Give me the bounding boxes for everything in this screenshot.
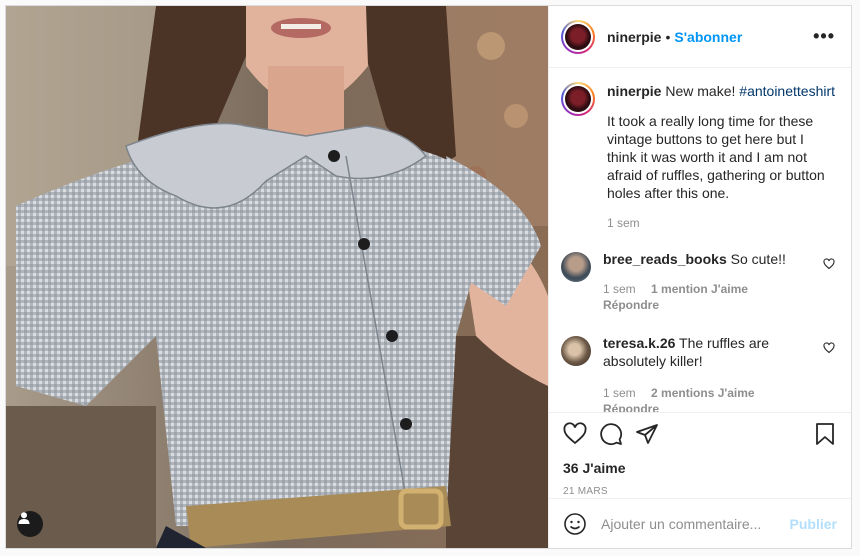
post-header: ninerpie • S'abonner ••• <box>549 6 851 68</box>
comment-item: teresa.k.26 The ruffles are absolutely k… <box>561 334 835 412</box>
caption-text: New make! <box>665 83 736 99</box>
reply-button[interactable]: Répondre <box>603 402 835 412</box>
comments-section: ninerpie New make! #antoinetteshirt It t… <box>549 68 851 412</box>
caption: ninerpie New make! #antoinetteshirt It t… <box>561 82 835 232</box>
caption-hashtag[interactable]: #antoinetteshirt <box>739 83 835 99</box>
comment-time[interactable]: 1 sem <box>603 282 636 296</box>
author-username[interactable]: ninerpie <box>607 29 661 45</box>
post-photo[interactable] <box>6 6 548 548</box>
comment-likes[interactable]: 2 mentions J'aime <box>651 386 755 400</box>
author-avatar[interactable] <box>561 19 595 54</box>
comment-icon[interactable] <box>599 422 623 446</box>
heart-icon[interactable] <box>563 422 587 446</box>
comment-text: So cute!! <box>730 251 786 267</box>
comment-heart-icon[interactable] <box>823 258 835 270</box>
commenter-avatar[interactable] <box>561 336 591 366</box>
post-container: ninerpie • S'abonner ••• ninerpie New ma… <box>5 5 852 549</box>
caption-username[interactable]: ninerpie <box>607 83 661 99</box>
comment-likes[interactable]: 1 mention J'aime <box>651 282 748 296</box>
bookmark-icon[interactable] <box>813 422 837 446</box>
post-side-panel: ninerpie • S'abonner ••• ninerpie New ma… <box>548 6 851 548</box>
author-avatar-image <box>565 23 591 50</box>
caption-body: It took a really long time for these vin… <box>607 113 825 201</box>
more-options-icon[interactable]: ••• <box>813 26 835 47</box>
share-icon[interactable] <box>635 422 659 446</box>
commenter-username[interactable]: bree_reads_books <box>603 251 727 267</box>
photo-illustration <box>6 6 548 548</box>
add-comment-bar: Publier <box>549 498 851 548</box>
action-bar: 36 J'aime 21 MARS <box>549 412 851 498</box>
caption-avatar[interactable] <box>561 82 595 116</box>
caption-time[interactable]: 1 sem <box>607 216 640 230</box>
commenter-avatar[interactable] <box>561 252 591 282</box>
reply-button[interactable]: Répondre <box>603 298 835 312</box>
comment-input[interactable] <box>601 515 790 532</box>
follow-button[interactable]: S'abonner <box>674 29 742 45</box>
like-count[interactable]: 36 J'aime <box>563 460 837 476</box>
publish-button[interactable]: Publier <box>790 516 837 532</box>
post-date[interactable]: 21 MARS <box>563 486 837 497</box>
commenter-username[interactable]: teresa.k.26 <box>603 335 675 351</box>
comment-heart-icon[interactable] <box>823 342 835 354</box>
comment-time[interactable]: 1 sem <box>603 386 636 400</box>
user-tag-icon[interactable] <box>17 511 43 537</box>
comment-item: bree_reads_books So cute!! 1 sem 1 menti… <box>561 250 835 312</box>
emoji-icon[interactable] <box>563 512 587 536</box>
separator-dot: • <box>665 28 671 45</box>
